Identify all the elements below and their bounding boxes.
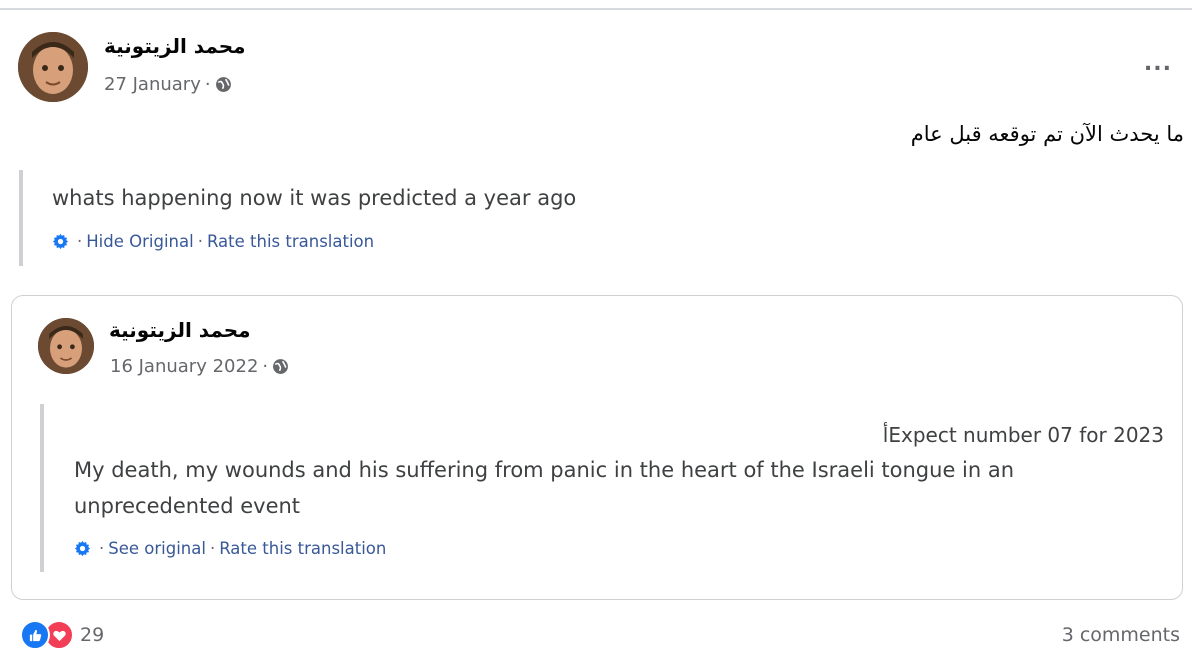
post-text: ما يحدث الآن تم توقعه قبل عام xyxy=(910,122,1184,146)
shared-post-text: Expect number 07 for 2023أ xyxy=(882,423,1164,447)
see-original-link[interactable]: See original xyxy=(108,539,206,558)
post-date[interactable]: 27 January xyxy=(104,74,201,95)
shared-author-name[interactable]: محمد الزيتونية xyxy=(109,318,251,342)
comments-count[interactable]: 3 comments xyxy=(1062,624,1180,646)
hide-original-link[interactable]: Hide Original xyxy=(86,232,193,251)
globe-icon xyxy=(273,359,289,374)
post-meta: 27 January · xyxy=(104,74,232,95)
translation-actions: · Hide Original · Rate this translation xyxy=(52,232,374,251)
shared-post-date[interactable]: 16 January 2022 xyxy=(110,356,258,377)
author-avatar[interactable] xyxy=(18,32,88,102)
shared-translation-actions: · See original · Rate this translation xyxy=(74,539,386,558)
shared-author-avatar[interactable] xyxy=(38,318,94,374)
shared-post-meta: 16 January 2022 · xyxy=(110,356,289,377)
reaction-count[interactable]: 29 xyxy=(80,624,104,646)
rate-translation-link[interactable]: Rate this translation xyxy=(207,232,374,251)
post-translation: whats happening now it was predicted a y… xyxy=(52,186,577,210)
reactions-summary[interactable]: 29 xyxy=(20,620,104,650)
shared-rate-translation-link[interactable]: Rate this translation xyxy=(219,539,386,558)
more-options-button[interactable]: ... xyxy=(1144,53,1172,75)
globe-icon xyxy=(215,77,231,92)
translation-quote-bar xyxy=(19,170,23,266)
gear-icon[interactable] xyxy=(74,540,91,557)
shared-translation-quote-bar xyxy=(40,404,44,572)
like-icon xyxy=(20,620,50,650)
gear-icon[interactable] xyxy=(52,233,69,250)
top-divider xyxy=(0,8,1192,10)
author-name[interactable]: محمد الزيتونية xyxy=(104,34,246,58)
shared-post-translation: My death, my wounds and his suffering fr… xyxy=(74,458,1015,518)
